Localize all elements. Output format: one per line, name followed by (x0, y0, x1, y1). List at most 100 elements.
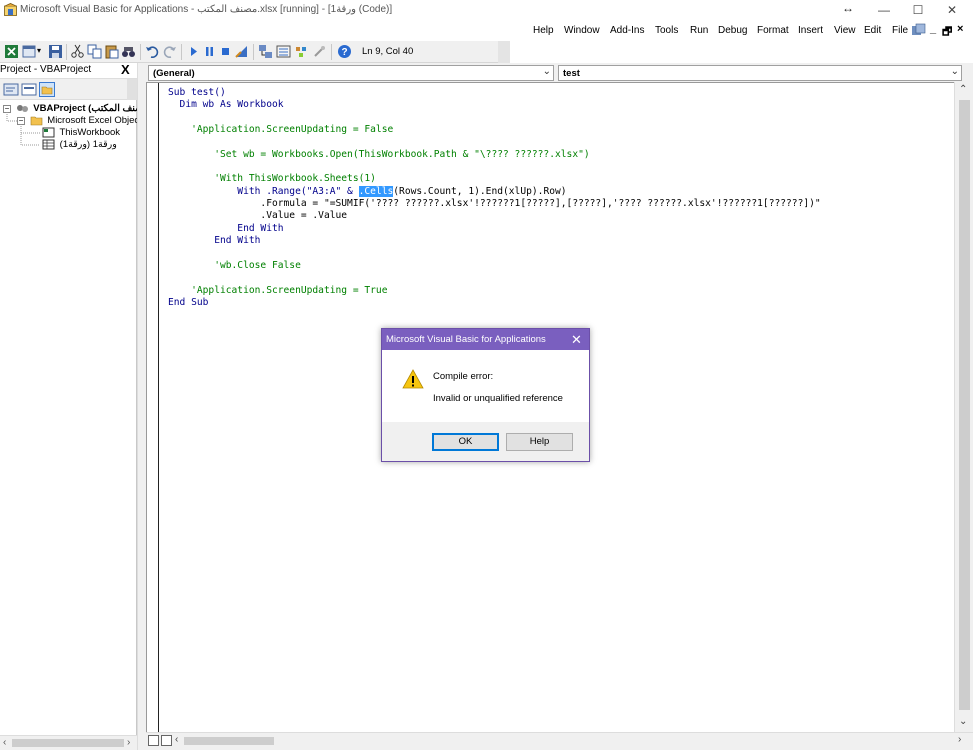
scroll-right-icon[interactable]: › (958, 734, 961, 745)
code-line-10: End With (168, 235, 261, 247)
maximize-button[interactable]: ☐ (901, 0, 935, 20)
procedure-combo[interactable]: test ⌄ (558, 65, 962, 81)
menu-view[interactable]: View (834, 25, 856, 36)
code-line-9: End With (168, 222, 284, 234)
project-explorer-icon[interactable] (258, 44, 273, 59)
full-module-view-icon[interactable] (161, 735, 172, 746)
vba-module-icon[interactable] (911, 23, 926, 37)
standard-toolbar: ▾ ? Ln 9, Col 40 (0, 41, 510, 63)
hscroll-thumb[interactable] (12, 739, 124, 747)
compile-error-dialog: Microsoft Visual Basic for Applications … (381, 328, 590, 462)
vscroll-thumb[interactable] (959, 100, 970, 710)
dialog-message-body: Invalid or unqualified reference (433, 393, 563, 404)
insert-userform-icon[interactable] (22, 44, 37, 59)
menu-add-ins[interactable]: Add-Ins (610, 25, 644, 36)
redo-icon[interactable] (162, 44, 177, 59)
toolbar-separator (331, 44, 332, 60)
menu-bar: Help Window Add-Ins Tools Run Debug Form… (0, 20, 973, 41)
project-explorer-toolbar (0, 78, 137, 101)
code-window-header: (General) ⌄ test ⌄ (146, 63, 973, 82)
object-browser-icon[interactable] (294, 44, 309, 59)
window-title: Microsoft Visual Basic for Applications … (20, 4, 393, 15)
project-tree: − VBAProject (مصنف المكتب − Microsoft Ex… (0, 100, 149, 735)
menu-insert[interactable]: Insert (798, 25, 823, 36)
project-explorer-close-button[interactable]: X (121, 62, 130, 77)
procedure-combo-value: test (563, 68, 580, 79)
menu-window[interactable]: Window (564, 25, 600, 36)
help-button[interactable]: Help (506, 433, 573, 451)
code-line-6a: With .Range("A3:A" & (168, 185, 359, 197)
warning-icon (402, 369, 424, 389)
dialog-button-area: OK Help (382, 422, 589, 461)
properties-window-icon[interactable] (276, 44, 291, 59)
dialog-title: Microsoft Visual Basic for Applications (386, 334, 546, 345)
svg-text:?: ? (341, 47, 347, 58)
close-button[interactable]: ✕ (935, 0, 969, 20)
menu-edit[interactable]: Edit (864, 25, 881, 36)
menu-help[interactable]: Help (533, 25, 554, 36)
mdi-restore-button[interactable]: 🗗 (942, 23, 952, 42)
code-text[interactable]: Sub test() Dim wb As Workbook 'Applicati… (168, 87, 821, 309)
reset-icon[interactable] (218, 44, 233, 59)
view-object-icon[interactable] (21, 82, 37, 97)
dialog-close-button[interactable]: ✕ (571, 332, 582, 348)
dialog-title-bar: Microsoft Visual Basic for Applications … (382, 329, 589, 350)
menu-debug[interactable]: Debug (718, 25, 747, 36)
scroll-left-icon[interactable]: ‹ (3, 737, 6, 748)
code-line-5: 'With ThisWorkbook.Sheets(1) (168, 173, 376, 185)
project-explorer-title: Project - VBAProject (0, 64, 92, 75)
code-line-7: .Formula = "=SUMIF('???? ??????.xlsx'!??… (168, 198, 821, 210)
scroll-left-icon[interactable]: ‹ (175, 734, 178, 745)
dialog-message-heading: Compile error: (433, 371, 494, 382)
menu-format[interactable]: Format (757, 25, 789, 36)
excel-view-icon[interactable] (4, 44, 19, 59)
view-code-icon[interactable] (3, 82, 19, 97)
scroll-right-icon[interactable]: › (127, 737, 130, 748)
scroll-down-icon[interactable]: ⌄ (959, 716, 967, 727)
code-line-4: 'Set wb = Workbooks.Open(ThisWorkbook.Pa… (168, 148, 590, 160)
resize-icon: ↔ (842, 1, 854, 15)
hscroll-thumb[interactable] (184, 737, 274, 745)
toolbar-separator (140, 44, 141, 60)
chevron-down-icon[interactable]: ⌄ (951, 66, 959, 77)
toggle-folders-icon[interactable] (39, 82, 55, 97)
pane-splitter[interactable] (137, 63, 146, 750)
code-line-6b: (Rows.Count, 1).End(xlUp).Row) (393, 185, 567, 197)
save-icon[interactable] (48, 44, 63, 59)
scroll-up-icon[interactable]: ⌃ (959, 84, 967, 95)
copy-icon[interactable] (87, 44, 102, 59)
toolbar-grip[interactable] (498, 41, 510, 63)
object-combo[interactable]: (General) ⌄ (148, 65, 554, 81)
title-bar: Microsoft Visual Basic for Applications … (0, 0, 973, 20)
code-line-1: Sub test() (168, 87, 226, 98)
code-line-8: .Value = .Value (168, 210, 348, 222)
tree-connector-lines (6, 112, 40, 146)
mdi-minimize-button[interactable]: _ (930, 23, 936, 35)
project-explorer-header: Project - VBAProject X (0, 62, 137, 77)
toolbar-separator (253, 44, 254, 60)
menu-file[interactable]: File (892, 25, 908, 36)
menu-run[interactable]: Run (690, 25, 708, 36)
minimize-button[interactable]: — (867, 0, 901, 20)
project-explorer-hscrollbar[interactable]: ‹ › (0, 735, 137, 750)
mdi-close-button[interactable]: × (957, 23, 963, 35)
design-mode-icon[interactable] (234, 44, 249, 59)
break-icon[interactable] (202, 44, 217, 59)
ok-button[interactable]: OK (432, 433, 499, 451)
paste-icon[interactable] (104, 44, 119, 59)
code-line-3: 'Application.ScreenUpdating = False (168, 124, 394, 136)
run-icon[interactable] (186, 44, 201, 59)
chevron-down-icon[interactable]: ⌄ (543, 66, 551, 77)
cursor-position-status: Ln 9, Col 40 (362, 46, 414, 57)
margin-indicator-bar[interactable] (147, 83, 159, 733)
cut-icon[interactable] (70, 44, 85, 59)
toolbox-icon[interactable] (312, 44, 327, 59)
project-explorer-scrollbar[interactable] (127, 79, 137, 101)
undo-icon[interactable] (145, 44, 160, 59)
code-vscrollbar[interactable]: ⌃ ⌄ (954, 82, 973, 732)
menu-tools[interactable]: Tools (655, 25, 678, 36)
help-icon[interactable]: ? (337, 44, 352, 59)
procedure-view-icon[interactable] (148, 735, 159, 746)
find-icon[interactable] (121, 44, 136, 59)
selected-token: .Cells (358, 185, 394, 197)
